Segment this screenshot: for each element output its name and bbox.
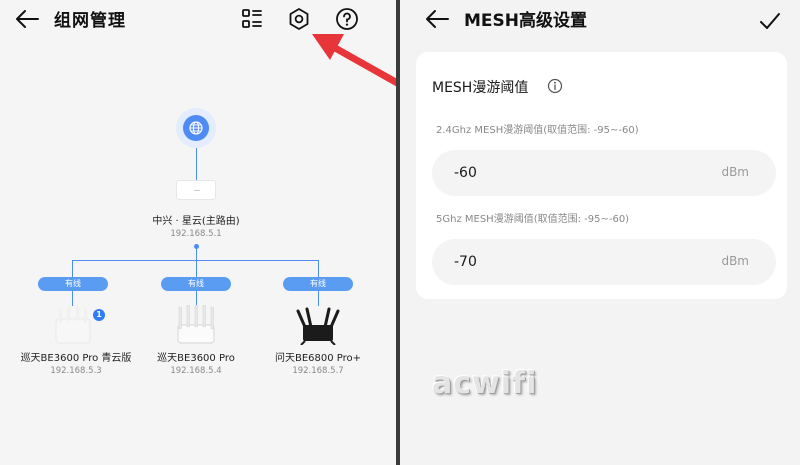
child-node-name: 巡天BE3600 Pro 青云版 [20, 353, 132, 364]
check-icon[interactable] [758, 10, 782, 32]
main-node-ip: 192.168.5.1 [170, 229, 222, 239]
wired-tag: 有线 [161, 277, 231, 291]
trunk-line [196, 248, 197, 260]
field-label-5g: 5Ghz MESH漫游阈值(取值范围: -95~-60) [436, 214, 630, 225]
info-icon[interactable] [547, 78, 563, 94]
threshold-input-2g[interactable] [454, 150, 694, 196]
threshold-field-2g[interactable]: dBm [432, 150, 776, 196]
settings-hex-icon[interactable] [286, 6, 312, 32]
child-node-ip: 192.168.5.7 [292, 366, 344, 376]
router-image[interactable] [295, 305, 341, 345]
device-list-icon[interactable] [239, 6, 265, 32]
threshold-field-5g[interactable]: dBm [432, 239, 776, 285]
uplink-line [196, 148, 197, 180]
unit-label: dBm [721, 254, 749, 268]
wired-tag: 有线 [283, 277, 353, 291]
unit-label: dBm [721, 165, 749, 179]
child-node-name: 问天BE6800 Pro+ [274, 353, 362, 364]
help-circle-icon[interactable] [334, 6, 360, 32]
router-image[interactable] [50, 305, 96, 345]
child-node-ip: 192.168.5.3 [50, 366, 102, 376]
branch-line [72, 260, 318, 261]
section-title: MESH漫游阈值 [432, 80, 529, 96]
main-router-image[interactable] [176, 180, 216, 200]
page-title: MESH高级设置 [464, 11, 588, 31]
router-image[interactable] [173, 305, 219, 345]
back-arrow-icon[interactable] [424, 8, 450, 30]
back-arrow-icon[interactable] [14, 8, 40, 30]
notification-badge: 1 [93, 309, 105, 321]
field-label-2g: 2.4Ghz MESH漫游阈值(取值范围: -95~-60) [436, 125, 639, 136]
threshold-input-5g[interactable] [454, 239, 694, 285]
internet-globe-icon [176, 108, 216, 148]
child-node-ip: 192.168.5.4 [170, 366, 222, 376]
page-title: 组网管理 [54, 11, 126, 31]
child-node-name: 巡天BE3600 Pro [157, 353, 235, 364]
watermark-text: acwifi [432, 366, 538, 401]
wired-tag: 有线 [38, 277, 108, 291]
main-node-name: 中兴 · 星云(主路由) [152, 216, 240, 227]
